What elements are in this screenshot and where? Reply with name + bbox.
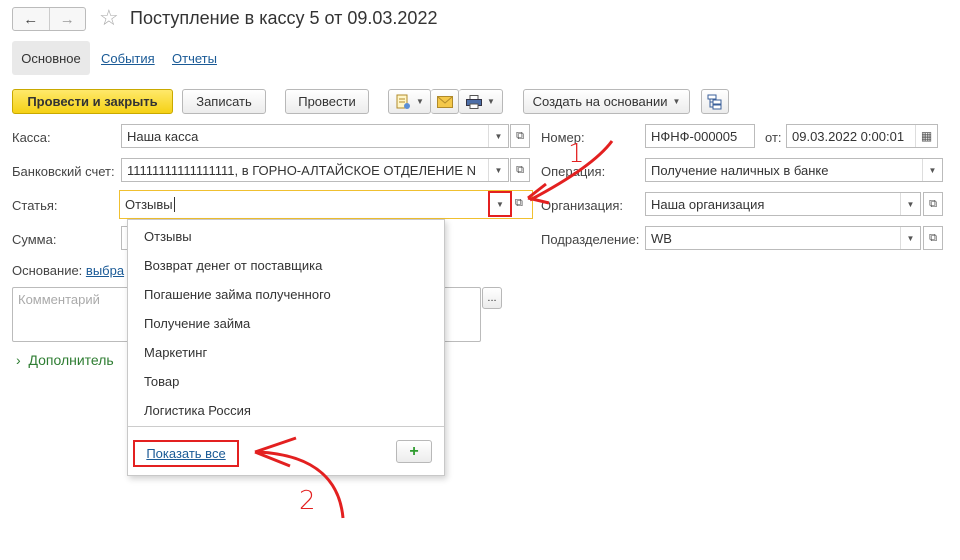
annotation-arrowhead-1 xyxy=(527,182,550,205)
annotation-overlay xyxy=(254,140,614,519)
annotation-number-1: 1 xyxy=(568,139,585,169)
annotation-number-2: 2 xyxy=(299,486,316,516)
